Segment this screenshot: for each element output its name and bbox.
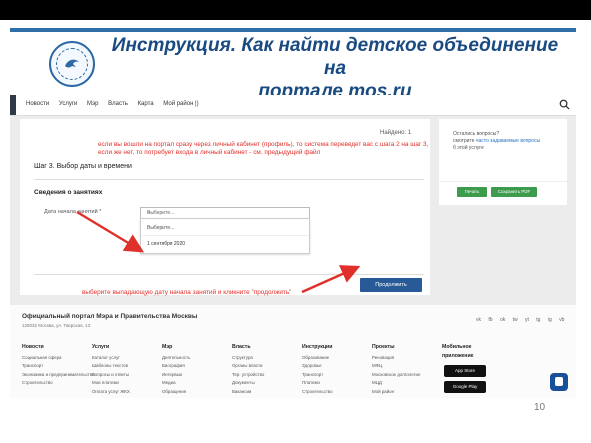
page-number: 10 — [534, 402, 546, 413]
arrow-to-continue-button — [301, 265, 361, 294]
arrow-to-dropdown — [76, 210, 145, 253]
annotation-arrows — [76, 210, 361, 294]
